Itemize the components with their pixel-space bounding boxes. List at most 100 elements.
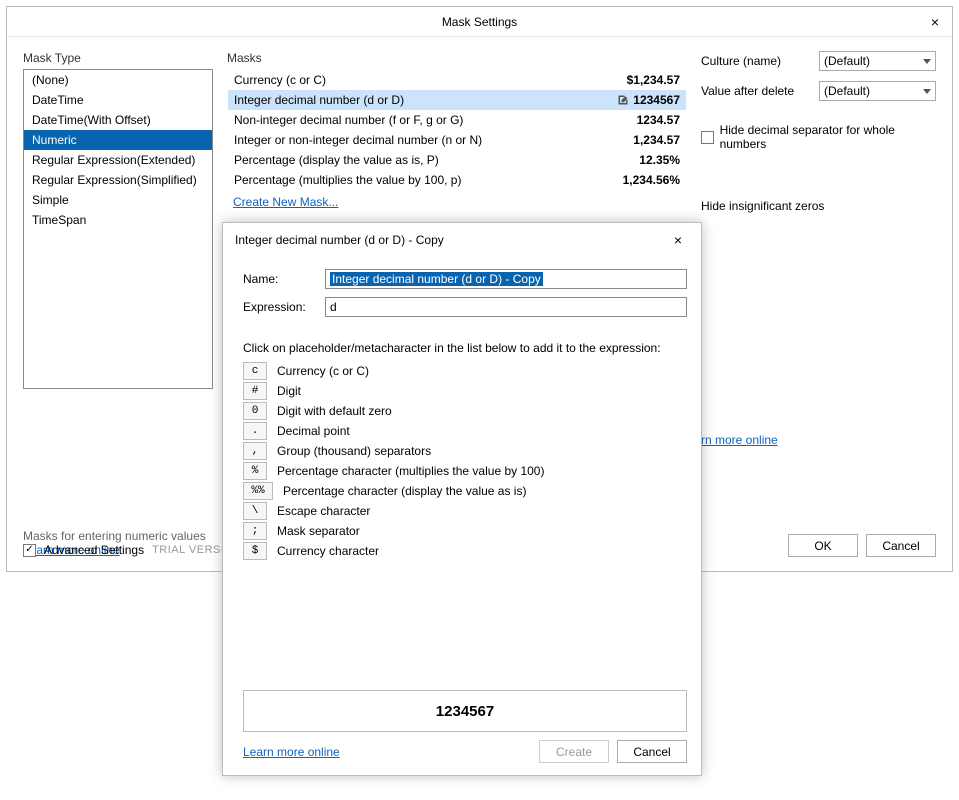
sub-title-bar: Integer decimal number (d or D) - Copy × [223, 223, 701, 257]
placeholder-row: .Decimal point [243, 421, 687, 441]
mask-name: Non-integer decimal number (f or F, g or… [234, 113, 463, 127]
preview-value: 1234567 [436, 703, 494, 720]
placeholder-hint: Click on placeholder/metacharacter in th… [243, 341, 687, 355]
placeholder-row: %% Percentage character (display the valu… [243, 481, 687, 501]
placeholder-char-button[interactable]: , [243, 442, 267, 460]
mask-example: 1,234.57 [633, 133, 680, 147]
placeholder-list: cCurrency (c or C)# Digit 0 Digit with defa… [243, 361, 687, 680]
placeholder-row: , Group (thousand) separators [243, 441, 687, 461]
value-after-delete-select[interactable]: (Default) [819, 81, 936, 101]
mask-type-item[interactable]: DateTime [24, 90, 212, 110]
hide-insignificant-zeros-row: Hide insignificant zeros [701, 199, 936, 213]
masks-label: Masks [227, 51, 687, 65]
placeholder-desc: Digit with default zero [277, 404, 392, 418]
mask-type-item[interactable]: DateTime(With Offset) [24, 110, 212, 130]
mask-type-item[interactable]: Regular Expression(Extended) [24, 150, 212, 170]
mask-row[interactable]: Integer or non-integer decimal number (n… [228, 130, 686, 150]
learn-more-partial[interactable]: rn more online [701, 433, 778, 447]
chevron-down-icon [923, 59, 931, 64]
hide-decimal-separator-row: Hide decimal separator for whole numbers [701, 123, 936, 151]
placeholder-char-button[interactable]: $ [243, 542, 267, 560]
close-icon[interactable]: × [924, 11, 946, 33]
name-input[interactable]: Integer decimal number (d or D) - Copy [325, 269, 687, 289]
placeholder-row: % Percentage character (multiplies the va… [243, 461, 687, 481]
placeholder-char-button[interactable]: . [243, 422, 267, 440]
placeholder-row: cCurrency (c or C) [243, 361, 687, 381]
placeholder-desc: Digit [277, 384, 301, 398]
dialog-buttons: OK Cancel [788, 534, 936, 557]
mask-type-item[interactable]: (None) [24, 70, 212, 90]
placeholder-row: 0 Digit with default zero [243, 401, 687, 421]
mask-example: 1234567 [633, 93, 680, 107]
cancel-button[interactable]: Cancel [617, 740, 687, 763]
placeholder-desc: Escape character [277, 504, 370, 518]
mask-row[interactable]: Percentage (multiplies the value by 100,… [228, 170, 686, 190]
sub-bottom: Learn more online Create Cancel [243, 740, 687, 763]
name-row: Name: Integer decimal number (d or D) - … [243, 269, 687, 289]
placeholder-char-button[interactable]: ; [243, 522, 267, 540]
sub-buttons: Create Cancel [539, 740, 687, 763]
mask-name: Integer decimal number (d or D) [234, 93, 404, 107]
help-text: Masks for entering numeric values [23, 529, 213, 543]
placeholder-row: \ Escape character [243, 501, 687, 521]
mask-type-item[interactable]: Simple [24, 190, 212, 210]
mask-row[interactable]: Non-integer decimal number (f or F, g or… [228, 110, 686, 130]
mask-type-label: Mask Type [23, 51, 213, 65]
close-icon[interactable]: × [667, 229, 689, 251]
mask-row[interactable]: Percentage (display the value as is, P) 1… [228, 150, 686, 170]
value-after-delete-label: Value after delete [701, 84, 811, 98]
mask-row[interactable]: Currency (c or C)$1,234.57 [228, 70, 686, 90]
culture-label: Culture (name) [701, 54, 811, 68]
mask-name: Percentage (display the value as is, P) [234, 153, 439, 167]
mask-type-item[interactable]: Numeric [24, 130, 212, 150]
placeholder-desc: Mask separator [277, 524, 360, 538]
chevron-down-icon [923, 89, 931, 94]
hide-decimal-separator-label: Hide decimal separator for whole numbers [720, 123, 936, 151]
mask-name: Percentage (multiplies the value by 100,… [234, 173, 461, 187]
mask-type-list[interactable]: (None)DateTimeDateTime(With Offset)Numer… [23, 69, 213, 389]
placeholder-desc: Group (thousand) separators [277, 444, 431, 458]
create-button[interactable]: Create [539, 740, 609, 763]
mask-row[interactable]: Integer decimal number (d or D) 1234567 [228, 90, 686, 110]
learn-more-link[interactable]: Learn more online [243, 745, 340, 759]
hide-decimal-separator-checkbox[interactable] [701, 131, 714, 144]
mask-type-item[interactable]: TimeSpan [24, 210, 212, 230]
placeholder-char-button[interactable]: % [243, 462, 267, 480]
placeholder-row: ; Mask separator [243, 521, 687, 541]
masks-list: Currency (c or C)$1,234.57Integer decima… [227, 69, 687, 191]
mask-type-item[interactable]: Regular Expression(Simplified) [24, 170, 212, 190]
hide-insignificant-zeros-label: Hide insignificant zeros [701, 199, 824, 213]
mask-type-column: Mask Type (None)DateTimeDateTime(With Of… [23, 51, 213, 557]
placeholder-desc: Currency character [277, 544, 379, 558]
placeholder-char-button[interactable]: \ [243, 502, 267, 520]
placeholder-row: # Digit [243, 381, 687, 401]
placeholder-row: $ Currency character [243, 541, 687, 561]
placeholder-char-button[interactable]: 0 [243, 402, 267, 420]
cancel-button[interactable]: Cancel [866, 534, 936, 557]
mask-example: 12.35% [639, 153, 680, 167]
name-label: Name: [243, 272, 325, 286]
mask-name: Currency (c or C) [234, 73, 326, 87]
value-after-delete-value: (Default) [824, 84, 870, 98]
advanced-settings-checkbox[interactable] [23, 544, 36, 557]
placeholder-char-button[interactable]: c [243, 362, 267, 380]
placeholder-desc: Percentage character (multiplies the val… [277, 464, 544, 478]
culture-value: (Default) [824, 54, 870, 68]
sub-body: Name: Integer decimal number (d or D) - … [223, 257, 701, 775]
create-new-mask-link[interactable]: Create New Mask... [227, 195, 687, 209]
mask-name: Integer or non-integer decimal number (n… [234, 133, 482, 147]
edit-icon[interactable] [617, 94, 629, 106]
placeholder-char-button[interactable]: %% [243, 482, 273, 500]
bottom-left: Advanced Settings TRIAL VERSION [23, 543, 242, 557]
name-input-value: Integer decimal number (d or D) - Copy [330, 272, 543, 286]
culture-select[interactable]: (Default) [819, 51, 936, 71]
dialog-title: Mask Settings [442, 15, 517, 29]
preview-box: 1234567 [243, 690, 687, 732]
expression-input-value: d [330, 300, 337, 314]
placeholder-desc: Percentage character (display the value … [283, 484, 526, 498]
culture-row: Culture (name) (Default) [701, 51, 936, 71]
placeholder-char-button[interactable]: # [243, 382, 267, 400]
ok-button[interactable]: OK [788, 534, 858, 557]
expression-input[interactable]: d [325, 297, 687, 317]
advanced-settings-label: Advanced Settings [44, 543, 144, 557]
